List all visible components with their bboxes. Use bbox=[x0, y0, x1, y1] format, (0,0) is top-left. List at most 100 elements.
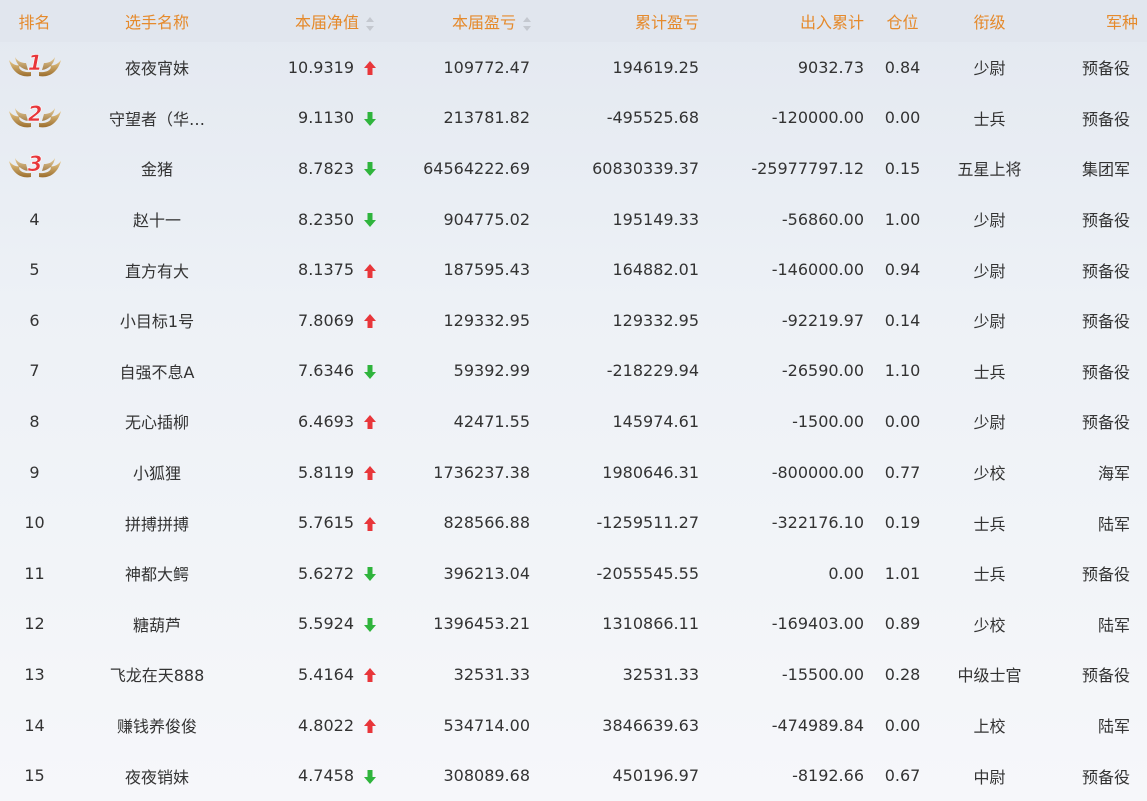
table-row[interactable]: 10 拼搏拼搏 5.7615 828566.88 -1259511.27 -322176.… bbox=[0, 497, 1147, 548]
arrow-up-icon bbox=[363, 313, 377, 329]
branch-cell: 预备役 bbox=[1081, 211, 1130, 231]
cum-pnl-cell: -495525.68 bbox=[606, 108, 699, 128]
nav-cell: 8.2350 bbox=[245, 194, 381, 245]
nav-cell: 5.6272 bbox=[245, 548, 381, 599]
table-row[interactable]: 14 赚钱养俊俊 4.8022 534714.00 3846639.63 -474989.… bbox=[0, 700, 1147, 751]
grade-cell: 少尉 bbox=[973, 312, 1006, 332]
position-cell: 1.10 bbox=[884, 361, 921, 381]
flow-cell: -322176.10 bbox=[771, 513, 864, 533]
arrow-up-icon bbox=[363, 667, 377, 683]
player-name[interactable]: 夜夜销妹 bbox=[69, 750, 245, 801]
column-header-grade: 衔级 bbox=[973, 13, 1006, 32]
nav-value: 6.4693 bbox=[298, 411, 354, 431]
arrow-up-icon bbox=[363, 516, 377, 532]
pnl-cell: 32531.33 bbox=[453, 664, 530, 684]
grade-cell: 五星上将 bbox=[957, 160, 1022, 180]
table-row[interactable]: 5 直方有大 8.1375 187595.43 164882.01 -146000.00 0… bbox=[0, 244, 1147, 295]
nav-value: 7.8069 bbox=[298, 310, 354, 330]
column-header-nav[interactable]: 本届净值 bbox=[245, 0, 381, 42]
column-header-rank: 排名 bbox=[18, 13, 51, 32]
table-row[interactable]: 8 无心插柳 6.4693 42471.55 145974.61 -1500.00 0.00… bbox=[0, 396, 1147, 447]
position-cell: 0.84 bbox=[884, 57, 921, 77]
column-header-flow: 出入累计 bbox=[799, 13, 864, 32]
position-cell: 0.94 bbox=[884, 260, 921, 280]
nav-value: 4.7458 bbox=[298, 766, 354, 786]
arrow-down-icon bbox=[363, 364, 377, 380]
rank-cell: 15 bbox=[24, 766, 45, 786]
rank-cell: 8 bbox=[29, 411, 40, 431]
cum-pnl-cell: 129332.95 bbox=[612, 310, 699, 330]
position-cell: 0.00 bbox=[884, 715, 921, 735]
ranking-table: 排名 选手名称 本届净值 本届盈亏 累计盈亏 出入累计 仓位 衔级 军种 1 夜夜… bbox=[0, 0, 1147, 801]
player-name[interactable]: 自强不息A bbox=[69, 346, 245, 397]
nav-cell: 5.5924 bbox=[245, 599, 381, 650]
player-name[interactable]: 小狐狸 bbox=[69, 447, 245, 498]
rank-cell: 1 bbox=[0, 42, 69, 93]
column-header-pnl[interactable]: 本届盈亏 bbox=[381, 0, 546, 42]
position-cell: 0.77 bbox=[884, 462, 921, 482]
cum-pnl-cell: 194619.25 bbox=[612, 57, 699, 77]
rank-cell: 10 bbox=[24, 513, 45, 533]
player-name[interactable]: 拼搏拼搏 bbox=[69, 497, 245, 548]
player-name[interactable]: 赚钱养俊俊 bbox=[69, 700, 245, 751]
cum-pnl-cell: 60830339.37 bbox=[592, 158, 699, 178]
grade-cell: 少尉 bbox=[973, 413, 1006, 433]
player-name[interactable]: 金猪 bbox=[69, 143, 245, 194]
table-row[interactable]: 7 自强不息A 7.6346 59392.99 -218229.94 -26590.00 1… bbox=[0, 346, 1147, 397]
pnl-cell: 1396453.21 bbox=[433, 614, 530, 634]
sort-icon[interactable] bbox=[365, 16, 375, 32]
nav-cell: 7.6346 bbox=[245, 346, 381, 397]
branch-cell: 集团军 bbox=[1081, 160, 1130, 180]
pnl-cell: 828566.88 bbox=[443, 513, 530, 533]
table-row[interactable]: 11 神都大鳄 5.6272 396213.04 -2055545.55 0.00 1.01… bbox=[0, 548, 1147, 599]
table-row[interactable]: 13 飞龙在天888 5.4164 32531.33 32531.33 -15500.00… bbox=[0, 649, 1147, 700]
table-row[interactable]: 12 糖葫芦 5.5924 1396453.21 1310866.11 -169403.0… bbox=[0, 599, 1147, 650]
table-row[interactable]: 15 夜夜销妹 4.7458 308089.68 450196.97 -8192.66 0.… bbox=[0, 750, 1147, 801]
player-name[interactable]: 夜夜宵妹 bbox=[69, 42, 245, 93]
branch-cell: 陆军 bbox=[1097, 717, 1130, 737]
player-name[interactable]: 守望者（华… bbox=[69, 93, 245, 144]
arrow-down-icon bbox=[363, 111, 377, 127]
player-name[interactable]: 飞龙在天888 bbox=[69, 649, 245, 700]
arrow-down-icon bbox=[363, 617, 377, 633]
pnl-cell: 129332.95 bbox=[443, 310, 530, 330]
cum-pnl-cell: -1259511.27 bbox=[596, 513, 699, 533]
nav-value: 4.8022 bbox=[298, 715, 354, 735]
grade-cell: 少尉 bbox=[973, 211, 1006, 231]
player-name[interactable]: 直方有大 bbox=[69, 244, 245, 295]
cum-pnl-cell: 450196.97 bbox=[612, 766, 699, 786]
grade-cell: 士兵 bbox=[973, 109, 1006, 129]
rank-cell: 9 bbox=[29, 462, 40, 482]
player-name[interactable]: 赵十一 bbox=[69, 194, 245, 245]
player-name[interactable]: 无心插柳 bbox=[69, 396, 245, 447]
position-cell: 1.01 bbox=[884, 563, 921, 583]
table-row[interactable]: 4 赵十一 8.2350 904775.02 195149.33 -56860.00 1.0… bbox=[0, 194, 1147, 245]
player-name[interactable]: 神都大鳄 bbox=[69, 548, 245, 599]
nav-cell: 8.7823 bbox=[245, 143, 381, 194]
nav-value: 5.7615 bbox=[298, 513, 354, 533]
sort-icon[interactable] bbox=[522, 16, 532, 32]
rank-cell: 13 bbox=[24, 664, 45, 684]
table-row[interactable]: 1 夜夜宵妹 10.9319 109772.47 194619.25 9032.73 0.8… bbox=[0, 42, 1147, 93]
rank-cell: 2 bbox=[0, 93, 69, 144]
flow-cell: -800000.00 bbox=[771, 462, 864, 482]
player-name[interactable]: 糖葫芦 bbox=[69, 599, 245, 650]
branch-cell: 海军 bbox=[1097, 464, 1130, 484]
flow-cell: -56860.00 bbox=[781, 209, 864, 229]
flow-cell: -26590.00 bbox=[781, 361, 864, 381]
player-name[interactable]: 小目标1号 bbox=[69, 295, 245, 346]
pnl-cell: 213781.82 bbox=[443, 108, 530, 128]
nav-value: 5.5924 bbox=[298, 614, 354, 634]
table-row[interactable]: 3 金猪 8.7823 64564222.69 60830339.37 -25977797… bbox=[0, 143, 1147, 194]
grade-cell: 士兵 bbox=[973, 362, 1006, 382]
nav-cell: 7.8069 bbox=[245, 295, 381, 346]
table-row[interactable]: 9 小狐狸 5.8119 1736237.38 1980646.31 -800000.00… bbox=[0, 447, 1147, 498]
table-row[interactable]: 2 守望者（华… 9.1130 213781.82 -495525.68 -120000.… bbox=[0, 93, 1147, 144]
rank-cell: 5 bbox=[29, 260, 40, 280]
nav-cell: 4.7458 bbox=[245, 750, 381, 801]
arrow-down-icon bbox=[363, 566, 377, 582]
flow-cell: -169403.00 bbox=[771, 614, 864, 634]
table-row[interactable]: 6 小目标1号 7.8069 129332.95 129332.95 -92219.97 0… bbox=[0, 295, 1147, 346]
nav-cell: 8.1375 bbox=[245, 244, 381, 295]
table-header-row: 排名 选手名称 本届净值 本届盈亏 累计盈亏 出入累计 仓位 衔级 军种 bbox=[0, 0, 1147, 42]
